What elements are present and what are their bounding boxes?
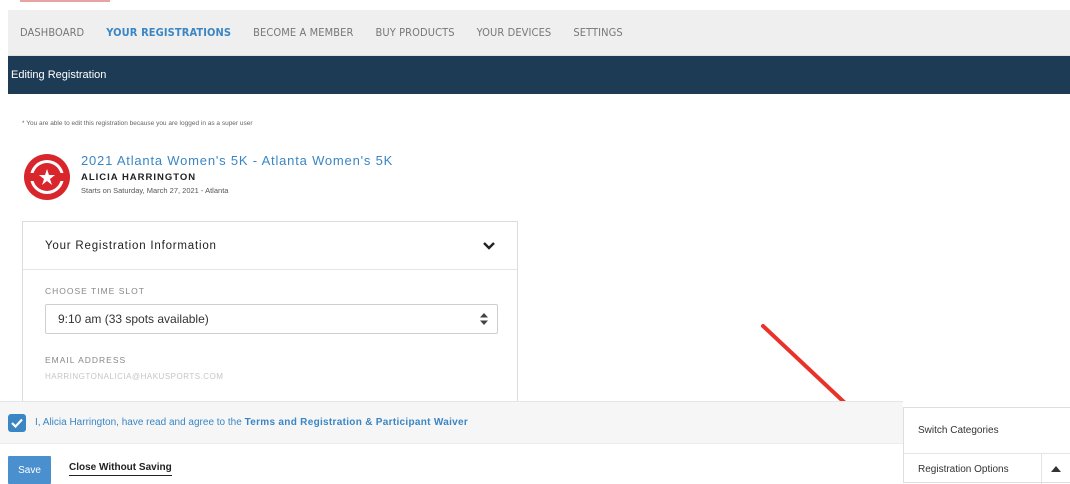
card-title: Your Registration Information xyxy=(45,239,217,252)
time-slot-select[interactable]: 9:10 am (33 spots available) xyxy=(45,304,498,334)
event-info: 2021 Atlanta Women's 5K - Atlanta Women'… xyxy=(81,152,393,195)
agreement-prefix: I, Alicia Harrington, have read and agre… xyxy=(35,417,245,428)
event-title[interactable]: 2021 Atlanta Women's 5K - Atlanta Women'… xyxy=(81,153,393,168)
email-label: EMAIL ADDRESS xyxy=(45,355,127,365)
time-slot-value: 9:10 am (33 spots available) xyxy=(58,312,209,326)
time-slot-label: CHOOSE TIME SLOT xyxy=(45,286,145,296)
save-button[interactable]: Save xyxy=(8,456,51,484)
event-start-date: Starts on Saturday, March 27, 2021 - Atl… xyxy=(81,186,229,195)
top-accent-line xyxy=(20,0,110,2)
expand-options-toggle[interactable] xyxy=(1041,454,1070,484)
nav-item-become-a-member[interactable]: BECOME A MEMBER xyxy=(253,26,353,39)
page-banner: Editing Registration xyxy=(8,56,1070,94)
registration-options-button[interactable]: Registration Options xyxy=(904,454,1070,484)
participant-name: ALICIA HARRINGTON xyxy=(81,172,197,183)
nav-item-dashboard[interactable]: DASHBOARD xyxy=(20,26,84,39)
registration-info-card: Your Registration Information CHOOSE TIM… xyxy=(22,221,518,411)
email-value: HARRINGTONALICIA@HAKUSPORTS.COM xyxy=(45,372,224,381)
event-header: 2021 Atlanta Women's 5K - Atlanta Women'… xyxy=(22,152,393,202)
switch-categories-button[interactable]: Switch Categories xyxy=(904,408,1070,454)
nav-item-buy-products[interactable]: BUY PRODUCTS xyxy=(375,26,454,39)
caret-up-icon xyxy=(1051,466,1061,472)
nav-item-settings[interactable]: SETTINGS xyxy=(573,26,623,39)
checkmark-icon xyxy=(11,418,23,428)
page-title: Editing Registration xyxy=(11,69,107,81)
terms-waiver-link[interactable]: Terms and Registration & Participant Wai… xyxy=(245,417,469,428)
super-user-notice: * You are able to edit this registration… xyxy=(22,120,253,127)
registration-info-header[interactable]: Your Registration Information xyxy=(23,222,517,270)
switch-categories-label: Switch Categories xyxy=(918,425,999,436)
side-options-panel: Switch Categories Registration Options xyxy=(903,407,1070,484)
event-logo-icon xyxy=(24,154,70,200)
close-without-saving-link[interactable]: Close Without Saving xyxy=(69,462,172,476)
registration-options-label: Registration Options xyxy=(918,463,1009,475)
chevron-down-icon[interactable] xyxy=(483,241,495,250)
action-bar: Save Close Without Saving xyxy=(0,443,903,484)
agreement-text: I, Alicia Harrington, have read and agre… xyxy=(35,417,468,428)
top-nav: DASHBOARD YOUR REGISTRATIONS BECOME A ME… xyxy=(8,10,1070,56)
select-arrows-icon xyxy=(480,313,488,325)
nav-item-your-devices[interactable]: YOUR DEVICES xyxy=(477,26,552,39)
nav-item-your-registrations[interactable]: YOUR REGISTRATIONS xyxy=(106,26,231,39)
agreement-bar: I, Alicia Harrington, have read and agre… xyxy=(0,401,903,443)
agreement-checkbox[interactable] xyxy=(8,413,26,432)
